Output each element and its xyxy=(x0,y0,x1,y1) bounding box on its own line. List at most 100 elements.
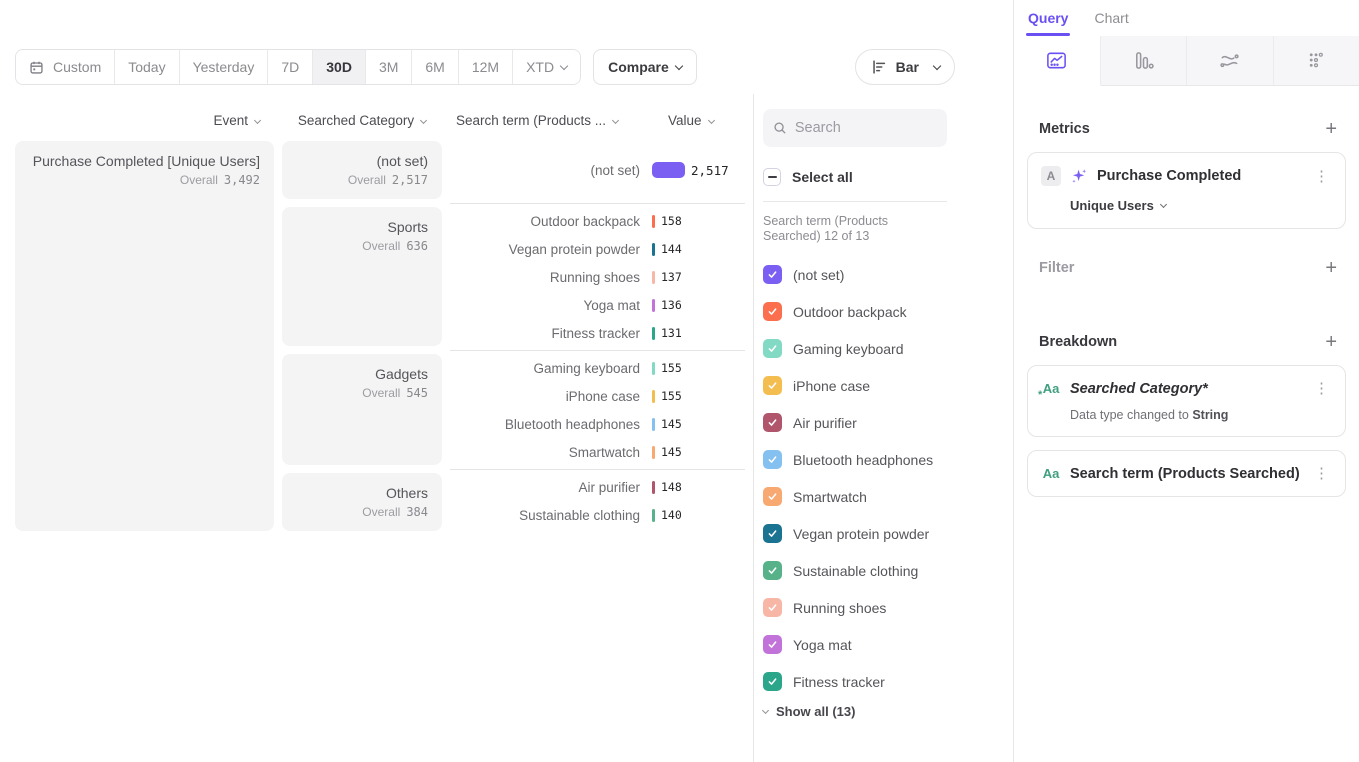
bar-row-label: Smartwatch xyxy=(450,445,640,460)
kebab-menu-icon[interactable]: ⋮ xyxy=(1310,379,1333,398)
breakdown-card[interactable]: Aa* Searched Category* ⋮ Data type chang… xyxy=(1027,365,1346,437)
column-header-event[interactable]: Event xyxy=(213,113,260,128)
color-checkbox[interactable] xyxy=(763,265,782,284)
color-checkbox[interactable] xyxy=(763,561,782,580)
legend-item[interactable]: (not set) xyxy=(763,256,947,293)
legend-item[interactable]: Sustainable clothing xyxy=(763,552,947,589)
legend-item[interactable]: Bluetooth headphones xyxy=(763,441,947,478)
bar-row-label: Bluetooth headphones xyxy=(450,417,640,432)
value-bar xyxy=(652,162,685,178)
bar-row[interactable]: Bluetooth headphones 145 xyxy=(450,410,745,438)
content-row: Event Searched Category Search term (Pro… xyxy=(0,94,1013,762)
date-range-button[interactable]: 3M xyxy=(365,50,411,84)
add-breakdown-button[interactable]: + xyxy=(1325,332,1337,352)
color-checkbox[interactable] xyxy=(763,302,782,321)
show-all-link[interactable]: Show all (13) xyxy=(763,704,947,719)
bar-row[interactable]: Vegan protein powder 144 xyxy=(450,235,745,263)
bar-row[interactable]: Gaming keyboard 155 xyxy=(450,354,745,382)
measurement-dropdown[interactable]: Unique Users xyxy=(1070,198,1166,213)
color-checkbox[interactable] xyxy=(763,598,782,617)
legend-item[interactable]: Smartwatch xyxy=(763,478,947,515)
bar-viz: 145 xyxy=(652,417,682,431)
funnels-icon xyxy=(1132,49,1155,72)
bar-viz: 2,517 xyxy=(652,162,729,178)
event-cell[interactable]: Purchase Completed [Unique Users] Overal… xyxy=(15,141,274,531)
report-area: Custom Today Yesterday 7D 30D 3M 6M 12M … xyxy=(0,0,1013,762)
category-cell[interactable]: Others Overall384 xyxy=(282,473,442,531)
bar-row[interactable]: Air purifier 148 xyxy=(450,473,745,501)
breakdown-section-header: Breakdown + xyxy=(1014,332,1359,352)
legend-search[interactable] xyxy=(763,109,947,147)
bar-row[interactable]: iPhone case 155 xyxy=(450,382,745,410)
category-name: (not set) xyxy=(296,153,428,169)
check-icon xyxy=(767,380,778,391)
date-range-label: 6M xyxy=(425,59,444,75)
value-bar xyxy=(652,299,655,312)
color-checkbox[interactable] xyxy=(763,376,782,395)
date-range-button[interactable]: Today xyxy=(114,50,178,84)
kebab-menu-icon[interactable]: ⋮ xyxy=(1310,464,1333,483)
legend-item[interactable]: Outdoor backpack xyxy=(763,293,947,330)
date-range-button[interactable]: Custom xyxy=(16,50,114,84)
compare-label: Compare xyxy=(608,59,669,75)
tab-flows[interactable] xyxy=(1187,36,1274,86)
kebab-menu-icon[interactable]: ⋮ xyxy=(1310,167,1333,186)
select-all-checkbox[interactable]: Select all xyxy=(763,168,947,186)
tab-retention[interactable] xyxy=(1274,36,1359,86)
color-checkbox[interactable] xyxy=(763,672,782,691)
tab-insights[interactable] xyxy=(1014,36,1101,86)
bar-row[interactable]: Smartwatch 145 xyxy=(450,438,745,466)
bar-row[interactable]: Sustainable clothing 140 xyxy=(450,501,745,529)
indeterminate-checkbox-icon[interactable] xyxy=(763,168,781,186)
category-cell[interactable]: Gadgets Overall545 xyxy=(282,354,442,465)
color-checkbox[interactable] xyxy=(763,339,782,358)
legend-item[interactable]: Gaming keyboard xyxy=(763,330,947,367)
date-range-button[interactable]: 30D xyxy=(312,50,365,84)
legend-item[interactable]: Vegan protein powder xyxy=(763,515,947,552)
legend-item[interactable]: iPhone case xyxy=(763,367,947,404)
date-range-label: Today xyxy=(128,59,165,75)
legend-item-label: Bluetooth headphones xyxy=(793,452,933,468)
bar-row[interactable]: (not set) 2,517 xyxy=(450,156,745,184)
search-icon xyxy=(773,120,787,136)
bar-row[interactable]: Outdoor backpack 158 xyxy=(450,207,745,235)
add-filter-button[interactable]: + xyxy=(1325,258,1337,278)
date-range-button[interactable]: 12M xyxy=(458,50,512,84)
bar-row[interactable]: Fitness tracker 131 xyxy=(450,319,745,347)
bar-row-value: 145 xyxy=(661,445,682,459)
query-panel-tabs: Query Chart xyxy=(1014,0,1359,36)
color-checkbox[interactable] xyxy=(763,413,782,432)
date-range-button[interactable]: 7D xyxy=(267,50,312,84)
add-metric-button[interactable]: + xyxy=(1325,119,1337,139)
date-range-label: 30D xyxy=(326,59,352,75)
date-range-button[interactable]: Yesterday xyxy=(179,50,268,84)
category-cell[interactable]: (not set) Overall2,517 xyxy=(282,141,442,199)
color-checkbox[interactable] xyxy=(763,635,782,654)
event-name: Purchase Completed [Unique Users] xyxy=(29,153,260,169)
tab-funnels[interactable] xyxy=(1101,36,1188,86)
color-checkbox[interactable] xyxy=(763,524,782,543)
compare-button[interactable]: Compare xyxy=(593,49,697,85)
color-checkbox[interactable] xyxy=(763,450,782,469)
legend-item[interactable]: Running shoes xyxy=(763,589,947,626)
color-checkbox[interactable] xyxy=(763,487,782,506)
column-header-value[interactable]: Value xyxy=(668,113,714,128)
search-input[interactable] xyxy=(795,120,937,136)
legend-item[interactable]: Air purifier xyxy=(763,404,947,441)
category-cell[interactable]: Sports Overall636 xyxy=(282,207,442,346)
column-header-category[interactable]: Searched Category xyxy=(298,113,426,128)
legend-item[interactable]: Fitness tracker xyxy=(763,663,947,700)
chart-type-button[interactable]: Bar xyxy=(855,49,955,85)
date-range-button[interactable]: XTD xyxy=(512,50,580,84)
metric-card[interactable]: A Purchase Completed ⋮ Unique Users xyxy=(1027,152,1346,229)
column-header-term[interactable]: Search term (Products ... xyxy=(456,113,618,128)
value-bar xyxy=(652,446,655,459)
breakdown-card[interactable]: Aa Search term (Products Searched) ⋮ xyxy=(1027,450,1346,497)
legend-item[interactable]: Yoga mat xyxy=(763,626,947,663)
bar-row[interactable]: Yoga mat 136 xyxy=(450,291,745,319)
query-panel-tab-label: Query xyxy=(1028,10,1068,26)
bar-row[interactable]: Running shoes 137 xyxy=(450,263,745,291)
query-panel-tab[interactable]: Query xyxy=(1028,10,1068,36)
query-panel-tab[interactable]: Chart xyxy=(1094,10,1128,36)
date-range-button[interactable]: 6M xyxy=(411,50,457,84)
